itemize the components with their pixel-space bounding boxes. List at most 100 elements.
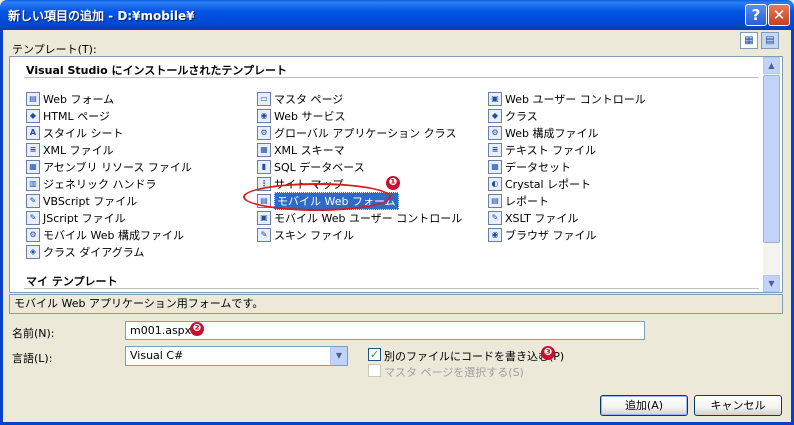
template-item-label: クラス ダイアグラム: [43, 245, 145, 259]
template-item[interactable]: ◉ Web サービス: [257, 107, 345, 124]
template-item[interactable]: ▥ ジェネリック ハンドラ: [26, 175, 157, 192]
small-icons-view-button[interactable]: ▤: [761, 32, 779, 49]
template-item-label: HTML ページ: [43, 109, 110, 123]
template-item[interactable]: ≡ テキスト ファイル: [488, 141, 596, 158]
template-item[interactable]: ▭ マスタ ページ: [257, 90, 343, 107]
template-item[interactable]: ◈ クラス ダイアグラム: [26, 243, 144, 260]
template-item[interactable]: ▣ モバイル Web ユーザー コントロール: [257, 209, 462, 226]
callout-1: ❶: [386, 176, 400, 190]
template-item[interactable]: ◆ クラス: [488, 107, 538, 124]
generic-handler-icon: ▥: [26, 176, 40, 191]
mobile-config-icon: ⚙: [26, 227, 40, 242]
master-page-icon: ▭: [257, 91, 271, 106]
template-description: モバイル Web アプリケーション用フォームです。: [9, 294, 783, 314]
html-page-icon: ◆: [26, 108, 40, 123]
template-item-label: Web ユーザー コントロール: [505, 92, 646, 106]
help-button[interactable]: ?: [745, 4, 767, 26]
chevron-down-icon[interactable]: ▼: [330, 347, 347, 365]
name-label: 名前(N):: [12, 327, 55, 340]
template-item-label: テキスト ファイル: [505, 143, 597, 157]
group-divider: [24, 288, 759, 289]
window-title: 新しい項目の追加 - D:¥mobile¥: [8, 9, 195, 23]
template-item-label: モバイル Web ユーザー コントロール: [274, 211, 463, 225]
template-item-label: アセンブリ リソース ファイル: [43, 160, 192, 174]
web-user-control-icon: ▣: [488, 91, 502, 106]
mobile-user-control-icon: ▣: [257, 210, 271, 225]
language-label: 言語(L):: [12, 352, 53, 365]
template-item-label: スタイル シート: [43, 126, 124, 140]
skin-file-icon: ✎: [257, 227, 271, 242]
template-item-label: ジェネリック ハンドラ: [43, 177, 157, 191]
template-item[interactable]: ✎ スキン ファイル: [257, 226, 354, 243]
browser-file-icon: ◉: [488, 227, 502, 242]
template-item-label: データセット: [505, 160, 571, 174]
template-item[interactable]: ▤ レポート: [488, 192, 549, 209]
template-item-label: Web サービス: [274, 109, 346, 123]
crystal-report-icon: ◐: [488, 176, 502, 191]
template-item[interactable]: ▦ アセンブリ リソース ファイル: [26, 158, 192, 175]
jscript-file-icon: ✎: [26, 210, 40, 225]
template-item[interactable]: ▣ Web ユーザー コントロール: [488, 90, 646, 107]
template-list-scrollbar[interactable]: ▲ ▼: [763, 57, 780, 292]
template-item[interactable]: ✎ XSLT ファイル: [488, 209, 578, 226]
title-bar: 新しい項目の追加 - D:¥mobile¥ ? ✕: [0, 0, 794, 30]
template-item-label: SQL データベース: [274, 160, 365, 174]
separate-file-label: 別のファイルにコードを書き込む(P): [384, 350, 565, 363]
callout-3: ❸: [541, 346, 555, 360]
web-service-icon: ◉: [257, 108, 271, 123]
web-form-icon: ▤: [26, 91, 40, 106]
select-master-checkbox[interactable]: [368, 364, 381, 377]
template-item[interactable]: ▦ XML スキーマ: [257, 141, 345, 158]
class-icon: ◆: [488, 108, 502, 123]
vbscript-file-icon: ✎: [26, 193, 40, 208]
xml-file-icon: ≡: [26, 142, 40, 157]
separate-file-checkbox[interactable]: ✓: [368, 348, 381, 361]
xml-schema-icon: ▦: [257, 142, 271, 157]
sql-database-icon: ▮: [257, 159, 271, 174]
template-item-label: レポート: [505, 194, 549, 208]
template-item[interactable]: ◆ HTML ページ: [26, 107, 110, 124]
template-item-label: クラス: [505, 109, 538, 123]
template-item[interactable]: ◉ ブラウザ ファイル: [488, 226, 597, 243]
template-item-label: JScript ファイル: [43, 211, 126, 225]
template-item-label: グローバル アプリケーション クラス: [274, 126, 457, 140]
template-item[interactable]: ✎ VBScript ファイル: [26, 192, 137, 209]
template-item-label: XML ファイル: [43, 143, 114, 157]
template-item[interactable]: ▦ データセット: [488, 158, 571, 175]
group-divider: [24, 77, 759, 78]
template-item[interactable]: A スタイル シート: [26, 124, 124, 141]
scroll-up-icon[interactable]: ▲: [763, 57, 780, 74]
template-item[interactable]: ▮ SQL データベース: [257, 158, 365, 175]
text-file-icon: ≡: [488, 142, 502, 157]
highlight-ellipse: [243, 183, 391, 211]
language-select-value: Visual C#: [130, 349, 184, 362]
callout-2: ❷: [190, 322, 204, 336]
group-header-installed: Visual Studio にインストールされたテンプレート: [26, 64, 287, 77]
template-item-label: XSLT ファイル: [505, 211, 579, 225]
large-icons-view-icon: ▦: [744, 35, 754, 46]
language-select[interactable]: Visual C# ▼: [125, 346, 348, 366]
cancel-button[interactable]: キャンセル: [694, 395, 782, 416]
template-item-label: VBScript ファイル: [43, 194, 138, 208]
template-item-label: スキン ファイル: [274, 228, 355, 242]
large-icons-view-button[interactable]: ▦: [740, 32, 758, 49]
template-item[interactable]: ⚙ Web 構成ファイル: [488, 124, 598, 141]
template-item[interactable]: ⚙ グローバル アプリケーション クラス: [257, 124, 456, 141]
template-item[interactable]: ≡ XML ファイル: [26, 141, 114, 158]
class-diagram-icon: ◈: [26, 244, 40, 259]
add-button[interactable]: 追加(A): [600, 395, 688, 416]
web-config-icon: ⚙: [488, 125, 502, 140]
close-button[interactable]: ✕: [768, 4, 790, 26]
template-item[interactable]: ◐ Crystal レポート: [488, 175, 591, 192]
template-item-label: XML スキーマ: [274, 143, 345, 157]
small-icons-view-icon: ▤: [765, 35, 775, 46]
template-item-label: Crystal レポート: [505, 177, 592, 191]
group-header-my-templates: マイ テンプレート: [26, 275, 118, 288]
template-item-label: Web 構成ファイル: [505, 126, 599, 140]
template-item[interactable]: ▤ Web フォーム: [26, 90, 114, 107]
template-item[interactable]: ⚙ モバイル Web 構成ファイル: [26, 226, 184, 243]
scroll-down-icon[interactable]: ▼: [763, 275, 780, 292]
scroll-thumb[interactable]: [763, 75, 780, 243]
template-list[interactable]: Visual Studio にインストールされたテンプレート ▤ Web フォーム…: [9, 56, 783, 293]
template-item[interactable]: ✎ JScript ファイル: [26, 209, 126, 226]
